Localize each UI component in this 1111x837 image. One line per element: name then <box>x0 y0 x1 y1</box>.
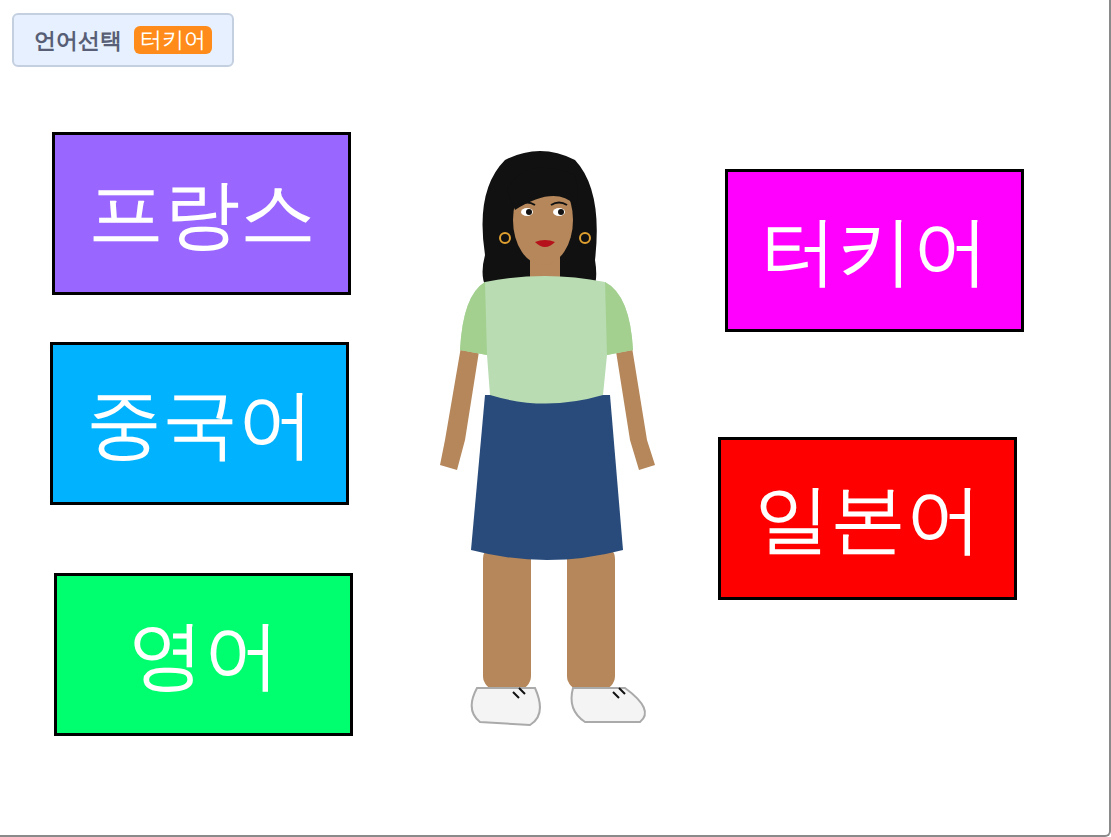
language-button[interactable]: 영어 <box>54 573 353 736</box>
stage: 언어선택터키어프랑스중국어영어터키어일본어 <box>0 0 1111 837</box>
language-label: 중국어 <box>86 386 314 462</box>
monitor-label: 언어선택 <box>34 24 122 57</box>
language-button[interactable]: 일본어 <box>718 437 1017 600</box>
language-label: 프랑스 <box>88 176 316 252</box>
language-button[interactable]: 중국어 <box>50 342 349 505</box>
language-button[interactable]: 터키어 <box>725 169 1024 332</box>
monitor-value: 터키어 <box>134 26 212 55</box>
language-label: 터키어 <box>761 213 989 289</box>
language-label: 일본어 <box>754 481 982 557</box>
variable-monitor[interactable]: 언어선택 터키어 <box>12 13 234 67</box>
language-label: 영어 <box>128 617 280 693</box>
language-button[interactable]: 프랑스 <box>52 132 351 295</box>
person-sprite-icon[interactable] <box>435 150 660 730</box>
